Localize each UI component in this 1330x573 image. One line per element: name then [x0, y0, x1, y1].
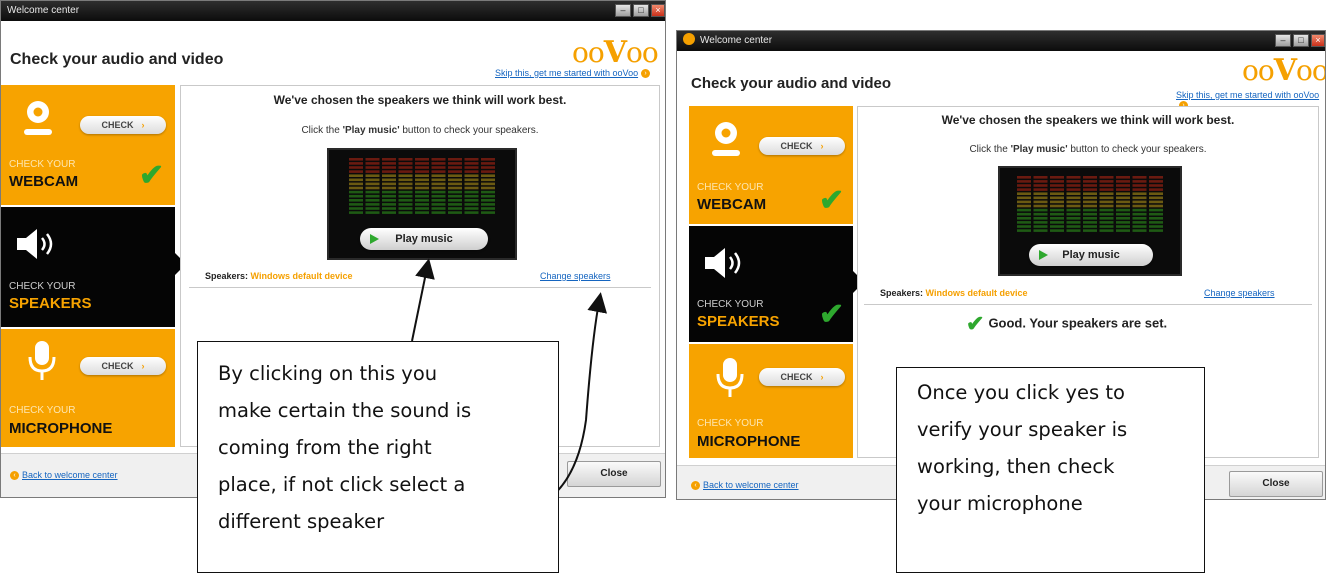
callout-line: make certain the sound is	[218, 399, 472, 422]
callout-line: place, if not click select a	[218, 473, 466, 496]
callout-line: coming from the right	[218, 436, 432, 459]
callout-left: By clicking on this you make certain the…	[197, 341, 559, 573]
callout-line: your microphone	[917, 492, 1083, 515]
callout-line: working, then check	[917, 455, 1115, 478]
arrow-to-play-music	[411, 258, 435, 342]
callout-right: Once you click yes to verify your speake…	[896, 367, 1205, 573]
callout-line: Once you click yes to	[917, 381, 1125, 404]
callout-line: different speaker	[218, 510, 385, 533]
callout-line: verify your speaker is	[917, 418, 1128, 441]
callout-line: By clicking on this you	[218, 362, 438, 385]
